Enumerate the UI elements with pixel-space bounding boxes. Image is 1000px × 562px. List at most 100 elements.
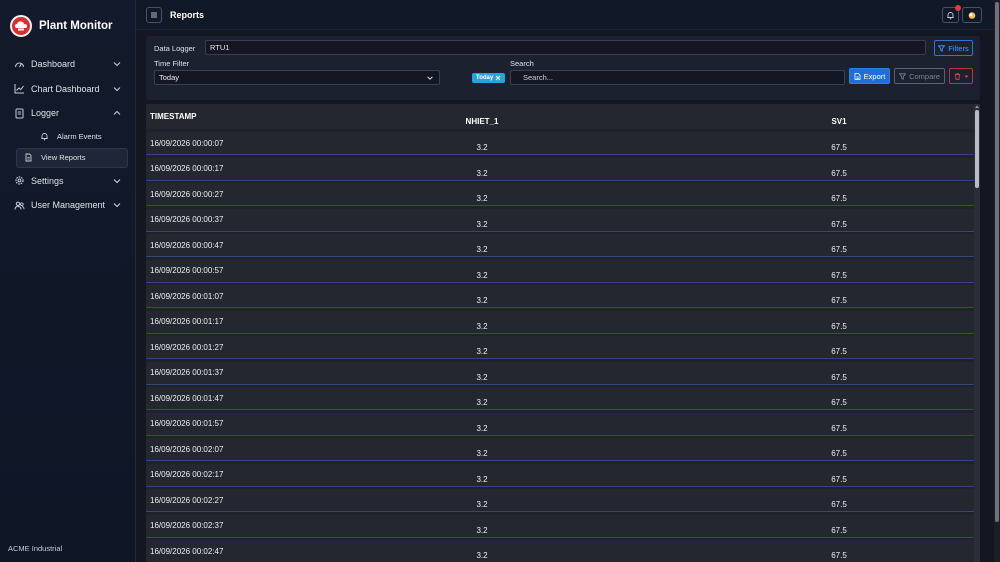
search-input[interactable]: Search... bbox=[510, 70, 845, 85]
cell-timestamp: 16/09/2026 00:01:17 bbox=[150, 317, 224, 326]
table-row[interactable]: 16/09/2026 00:00:17 3.2 67.5 bbox=[146, 157, 974, 181]
delete-dropdown-button[interactable] bbox=[949, 68, 973, 84]
badge-label: Today bbox=[476, 75, 494, 81]
sidebar-item-label: Dashboard bbox=[31, 59, 76, 70]
chevron-down-icon bbox=[113, 86, 121, 91]
cell-timestamp: 16/09/2026 00:02:37 bbox=[150, 521, 224, 530]
chevron-down-icon bbox=[427, 76, 433, 80]
trash-icon bbox=[954, 72, 960, 80]
data-logger-select[interactable]: RTU1 bbox=[205, 40, 926, 55]
cell-timestamp: 16/09/2026 00:02:27 bbox=[150, 495, 224, 505]
menu-toggle-button[interactable] bbox=[146, 7, 162, 23]
search-label: Search bbox=[510, 59, 534, 68]
search-placeholder: Search... bbox=[523, 73, 554, 82]
sidebar-item-label: Settings bbox=[31, 175, 64, 186]
sidebar-item-label: Chart Dashboard bbox=[31, 83, 100, 94]
table-header: TIMESTAMP NHIET_1 SV1 bbox=[146, 104, 974, 129]
table-row[interactable]: 16/09/2026 00:02:17 3.2 67.5 bbox=[146, 463, 974, 487]
funnel-icon bbox=[899, 72, 907, 80]
sidebar-item-dashboard[interactable]: Dashboard bbox=[0, 52, 136, 77]
table-row[interactable]: 16/09/2026 00:02:47 3.2 67.5 bbox=[146, 540, 974, 562]
cell-timestamp: 16/09/2026 00:01:07 bbox=[150, 291, 224, 301]
filters-button[interactable]: Filters bbox=[934, 40, 973, 56]
table-scrollbar[interactable] bbox=[974, 104, 980, 562]
sidebar-item-chart-dashboard[interactable]: Chart Dashboard bbox=[0, 77, 136, 102]
sidebar-item-logger[interactable]: Logger bbox=[0, 101, 136, 126]
table-row[interactable]: 16/09/2026 00:02:27 3.2 67.5 bbox=[146, 489, 974, 512]
chevron-down-icon bbox=[113, 203, 121, 208]
gauge-icon bbox=[14, 59, 25, 70]
cell-timestamp: 16/09/2026 00:00:07 bbox=[150, 138, 224, 148]
sidebar-subitem-label: View Reports bbox=[41, 153, 86, 162]
avatar-icon bbox=[968, 11, 976, 19]
sidebar-item-user-management[interactable]: User Management bbox=[0, 193, 136, 218]
time-filter-value: Today bbox=[159, 73, 180, 82]
sidebar-nav: Dashboard Chart Dashboard Logger Alarm E… bbox=[0, 52, 136, 218]
report-table: TIMESTAMP NHIET_1 SV1 16/09/2026 00:00:0… bbox=[146, 104, 980, 562]
cell-timestamp: 16/09/2026 00:01:37 bbox=[150, 368, 224, 377]
file-export-icon bbox=[854, 72, 861, 80]
table-row[interactable]: 16/09/2026 00:01:17 3.2 67.5 bbox=[146, 310, 974, 334]
sidebar-item-label: Logger bbox=[31, 108, 60, 119]
table-row[interactable]: 16/09/2026 00:01:37 3.2 67.5 bbox=[146, 361, 974, 385]
table-row[interactable]: 16/09/2026 00:00:57 3.2 67.5 bbox=[146, 259, 974, 283]
time-filter-select[interactable]: Today bbox=[154, 70, 440, 85]
cloud-shield-icon bbox=[10, 15, 32, 37]
notification-dot bbox=[955, 5, 961, 11]
table-scrollbar-thumb[interactable] bbox=[975, 110, 979, 188]
sidebar-subitem-view-reports[interactable]: View Reports bbox=[16, 147, 128, 168]
brand[interactable]: Plant Monitor bbox=[10, 14, 112, 38]
sidebar-subitem-label: Alarm Events bbox=[57, 132, 102, 141]
bell-icon bbox=[947, 11, 954, 19]
user-avatar-button[interactable] bbox=[962, 7, 982, 23]
table-row[interactable]: 16/09/2026 00:00:27 3.2 67.5 bbox=[146, 183, 974, 206]
cell-timestamp: 16/09/2026 00:00:27 bbox=[150, 189, 224, 199]
topbar: Reports bbox=[136, 0, 1000, 30]
cell-timestamp: 16/09/2026 00:01:57 bbox=[150, 419, 224, 428]
table-row[interactable]: 16/09/2026 00:01:27 3.2 67.5 bbox=[146, 336, 974, 359]
sidebar-item-label: User Management bbox=[31, 200, 106, 211]
table-row[interactable]: 16/09/2026 00:00:37 3.2 67.5 bbox=[146, 208, 974, 232]
filters-button-label: Filters bbox=[948, 43, 969, 53]
sidebar-subitem-alarm-events[interactable]: Alarm Events bbox=[16, 127, 128, 147]
page-title: Reports bbox=[170, 10, 205, 20]
table-row[interactable]: 16/09/2026 00:00:47 3.2 67.5 bbox=[146, 234, 974, 257]
export-button-label: Export bbox=[863, 71, 886, 81]
table-row[interactable]: 16/09/2026 00:01:57 3.2 67.5 bbox=[146, 412, 974, 436]
table-row[interactable]: 16/09/2026 00:02:07 3.2 67.5 bbox=[146, 438, 974, 461]
caret-down-icon bbox=[964, 75, 968, 78]
page-scrollbar[interactable] bbox=[994, 0, 1000, 562]
chevron-up-icon bbox=[113, 110, 121, 115]
funnel-icon bbox=[938, 44, 946, 52]
cell-timestamp: 16/09/2026 00:00:47 bbox=[150, 240, 224, 250]
data-logger-value: RTU1 bbox=[210, 43, 230, 52]
cell-timestamp: 16/09/2026 00:00:17 bbox=[150, 164, 224, 173]
cell-timestamp: 16/09/2026 00:02:17 bbox=[150, 470, 224, 479]
time-filter-label: Time Filter bbox=[154, 59, 190, 68]
table-row[interactable]: 16/09/2026 00:02:37 3.2 67.5 bbox=[146, 514, 974, 538]
table-row[interactable]: 16/09/2026 00:01:07 3.2 67.5 bbox=[146, 285, 974, 308]
table-row[interactable]: 16/09/2026 00:00:07 3.2 67.5 bbox=[146, 132, 974, 155]
page-scrollbar-thumb[interactable] bbox=[995, 2, 999, 522]
scroll-up-arrow-icon[interactable] bbox=[974, 104, 980, 109]
cell-timestamp: 16/09/2026 00:02:07 bbox=[150, 444, 224, 454]
cell-timestamp: 16/09/2026 00:01:27 bbox=[150, 342, 224, 352]
cell-timestamp: 16/09/2026 00:00:57 bbox=[150, 266, 224, 275]
export-button[interactable]: Export bbox=[849, 68, 890, 84]
cell-timestamp: 16/09/2026 00:01:47 bbox=[150, 393, 224, 403]
cell-timestamp: 16/09/2026 00:00:37 bbox=[150, 215, 224, 224]
table-row[interactable]: 16/09/2026 00:01:47 3.2 67.5 bbox=[146, 387, 974, 410]
data-logger-label: Data Logger bbox=[154, 44, 196, 53]
file-icon bbox=[24, 153, 33, 162]
active-filter-badge[interactable]: Today bbox=[472, 73, 506, 83]
chevron-down-icon bbox=[113, 178, 121, 183]
column-header-timestamp[interactable]: TIMESTAMP bbox=[150, 112, 197, 121]
hamburger-icon bbox=[151, 12, 157, 18]
close-icon[interactable] bbox=[495, 75, 501, 81]
compare-button[interactable]: Compare bbox=[894, 68, 945, 84]
sidebar: Plant Monitor Dashboard Chart Dashboard … bbox=[0, 0, 136, 562]
notifications-button[interactable] bbox=[942, 5, 961, 23]
sidebar-item-settings[interactable]: Settings bbox=[0, 169, 136, 194]
gear-icon bbox=[14, 175, 25, 186]
brand-title: Plant Monitor bbox=[39, 20, 113, 32]
